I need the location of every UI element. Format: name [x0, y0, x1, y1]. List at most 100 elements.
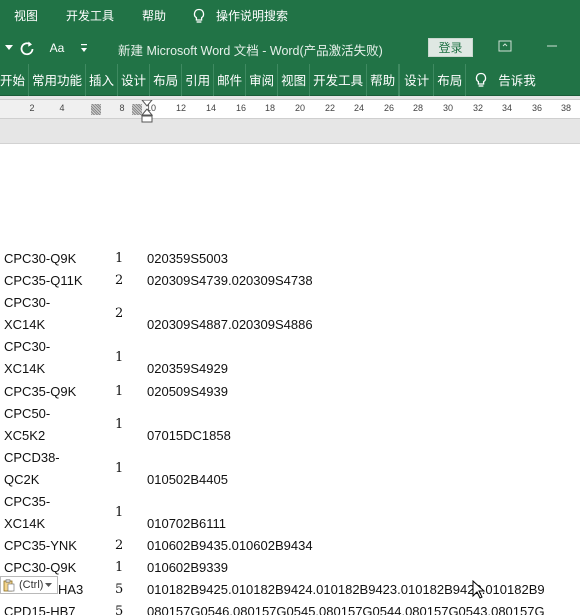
- table-row: CPC35-Q9K 1 020509S4939: [0, 381, 580, 403]
- qty-cell[interactable]: 2: [115, 270, 127, 292]
- ruler-label: 8: [119, 103, 125, 113]
- table-row: CPC35-Q11K 2 020309S4739.020309S4738: [0, 270, 580, 292]
- table-row: CPCD38- QC2K 1 010502B4405: [0, 447, 580, 491]
- serial-cell[interactable]: 020309S4739.020309S4738: [147, 270, 313, 292]
- table-row: HA3 5 010182B9425.010182B9424.010182B942…: [0, 579, 580, 601]
- serial-cell[interactable]: 020359S5003: [147, 248, 228, 270]
- model-cell[interactable]: CPC30-: [4, 292, 104, 314]
- qty-cell[interactable]: 1: [115, 381, 127, 403]
- customize-icon: [81, 43, 87, 52]
- serial-cell[interactable]: 010702B6111: [147, 513, 226, 535]
- tab-home[interactable]: 开始: [0, 63, 30, 96]
- tab-review[interactable]: 审阅: [246, 63, 279, 96]
- ruler-label: 26: [383, 103, 394, 113]
- model-cell[interactable]: CPCD38-: [4, 447, 104, 469]
- serial-table: CPC30-Q9K 1 020359S5003 CPC35-Q11K 2 020…: [0, 248, 580, 615]
- serial-cell[interactable]: 07015DC1858: [147, 425, 231, 447]
- qty-cell[interactable]: 5: [115, 601, 127, 615]
- model-cell[interactable]: XC5K2: [4, 425, 104, 447]
- tab-help[interactable]: 帮助: [367, 63, 400, 96]
- tab-mailings[interactable]: 邮件: [214, 63, 247, 96]
- customize-qa-icon[interactable]: [78, 31, 90, 64]
- model-cell[interactable]: CPC30-Q9K: [4, 248, 104, 270]
- qty-cell[interactable]: 1: [115, 414, 127, 436]
- qty-cell[interactable]: 1: [115, 502, 127, 524]
- model-cell[interactable]: XC14K: [4, 513, 104, 535]
- paste-options-button[interactable]: (Ctrl): [0, 576, 58, 594]
- model-cell[interactable]: CPC35-YNK: [4, 535, 104, 557]
- qa-dropdown-left[interactable]: [2, 31, 16, 64]
- mouse-cursor-icon: [472, 580, 486, 599]
- model-cell[interactable]: XC14K: [4, 358, 104, 380]
- redo-button[interactable]: [18, 31, 36, 64]
- tell-me-tab[interactable]: 告诉我: [466, 64, 544, 96]
- tab-view[interactable]: 视图: [278, 63, 311, 96]
- column-marker[interactable]: [91, 104, 101, 115]
- tab-developer[interactable]: 开发工具: [310, 63, 368, 96]
- model-cell[interactable]: XC14K: [4, 314, 104, 336]
- tab-common-functions[interactable]: 常用功能: [29, 63, 87, 96]
- lightbulb-icon: [193, 8, 205, 23]
- menu-developer[interactable]: 开发工具: [52, 7, 128, 24]
- tab-table-layout[interactable]: 布局: [434, 63, 467, 96]
- login-button[interactable]: 登录: [428, 38, 473, 57]
- ruler-label: 18: [264, 103, 275, 113]
- model-cell[interactable]: QC2K: [4, 469, 104, 491]
- model-cell[interactable]: CPC35-: [4, 491, 104, 513]
- qty-cell[interactable]: 1: [115, 248, 127, 270]
- model-cell[interactable]: CPC35-Q9K: [4, 381, 104, 403]
- serial-cell[interactable]: 010602B9435.010602B9434: [147, 535, 313, 557]
- table-row: CPC50- XC5K2 1 07015DC1858: [0, 403, 580, 447]
- ruler-label: 30: [442, 103, 453, 113]
- menu-help[interactable]: 帮助: [128, 7, 180, 24]
- model-cell[interactable]: CPD15-HB7: [4, 601, 104, 615]
- lightbulb-icon: [476, 72, 487, 87]
- model-cell[interactable]: HA3: [58, 579, 108, 601]
- table-row: CPC30-Q9K 1 020359S5003: [0, 248, 580, 270]
- ruler-label: 34: [501, 103, 512, 113]
- serial-cell[interactable]: 020309S4887.020309S4886: [147, 314, 313, 336]
- ruler-label: 32: [472, 103, 483, 113]
- minimize-button[interactable]: [546, 40, 558, 55]
- serial-cell[interactable]: 010602B9339: [147, 557, 228, 579]
- paste-options-label: (Ctrl): [19, 579, 44, 591]
- serial-cell[interactable]: 020509S4939: [147, 381, 228, 403]
- ruler-label: 24: [353, 103, 364, 113]
- qty-cell[interactable]: 2: [115, 303, 127, 325]
- title-bar: Aa 新建 Microsoft Word 文档 - Word(产品激活失败) 登…: [0, 31, 580, 64]
- ruler-label: 16: [235, 103, 246, 113]
- tab-layout[interactable]: 布局: [150, 63, 183, 96]
- indent-marker-icon[interactable]: [141, 100, 153, 128]
- table-row: CPC30- XC14K 2 020309S4887.020309S4886: [0, 292, 580, 336]
- qty-cell[interactable]: 1: [115, 458, 127, 480]
- qty-cell[interactable]: 5: [115, 579, 127, 601]
- ribbon-display-options-button[interactable]: [498, 40, 512, 55]
- tab-references[interactable]: 引用: [182, 63, 215, 96]
- horizontal-ruler[interactable]: 2 4 8 10 12 14 16 18 20 22 24 26 28 30 3…: [0, 99, 580, 123]
- tab-design[interactable]: 设计: [118, 63, 151, 96]
- serial-cell[interactable]: 020359S4929: [147, 358, 228, 380]
- minimize-icon: [547, 45, 557, 47]
- tab-table-design[interactable]: 设计: [399, 63, 435, 96]
- qty-cell[interactable]: 2: [115, 535, 127, 557]
- ruler-label: 12: [175, 103, 186, 113]
- menu-view[interactable]: 视图: [0, 7, 52, 24]
- table-row: CPC35-YNK 2 010602B9435.010602B9434: [0, 535, 580, 557]
- tell-me-search[interactable]: 操作说明搜索: [192, 7, 288, 24]
- serial-cell[interactable]: 080157G0546.080157G0545.080157G0544.0801…: [147, 601, 545, 615]
- ribbon-tabs: 开始 常用功能 插入 设计 布局 引用 邮件 审阅 视图 开发工具 帮助 设计 …: [0, 63, 580, 96]
- model-cell[interactable]: CPC30-: [4, 336, 104, 358]
- ruler-label: 14: [205, 103, 216, 113]
- document-page[interactable]: CPC30-Q9K 1 020359S5003 CPC35-Q11K 2 020…: [0, 145, 580, 615]
- ruler-label: 28: [412, 103, 423, 113]
- caret-down-icon: [5, 44, 13, 50]
- change-case-button[interactable]: Aa: [46, 31, 68, 64]
- qty-cell[interactable]: 1: [115, 557, 127, 579]
- tab-insert[interactable]: 插入: [86, 63, 119, 96]
- serial-cell[interactable]: 010502B4405: [147, 469, 228, 491]
- table-row: CPD15-HB7 5 080157G0546.080157G0545.0801…: [0, 601, 580, 615]
- tell-me-tab-label: 告诉我: [498, 74, 536, 88]
- qty-cell[interactable]: 1: [115, 347, 127, 369]
- model-cell[interactable]: CPC50-: [4, 403, 104, 425]
- model-cell[interactable]: CPC35-Q11K: [4, 270, 104, 292]
